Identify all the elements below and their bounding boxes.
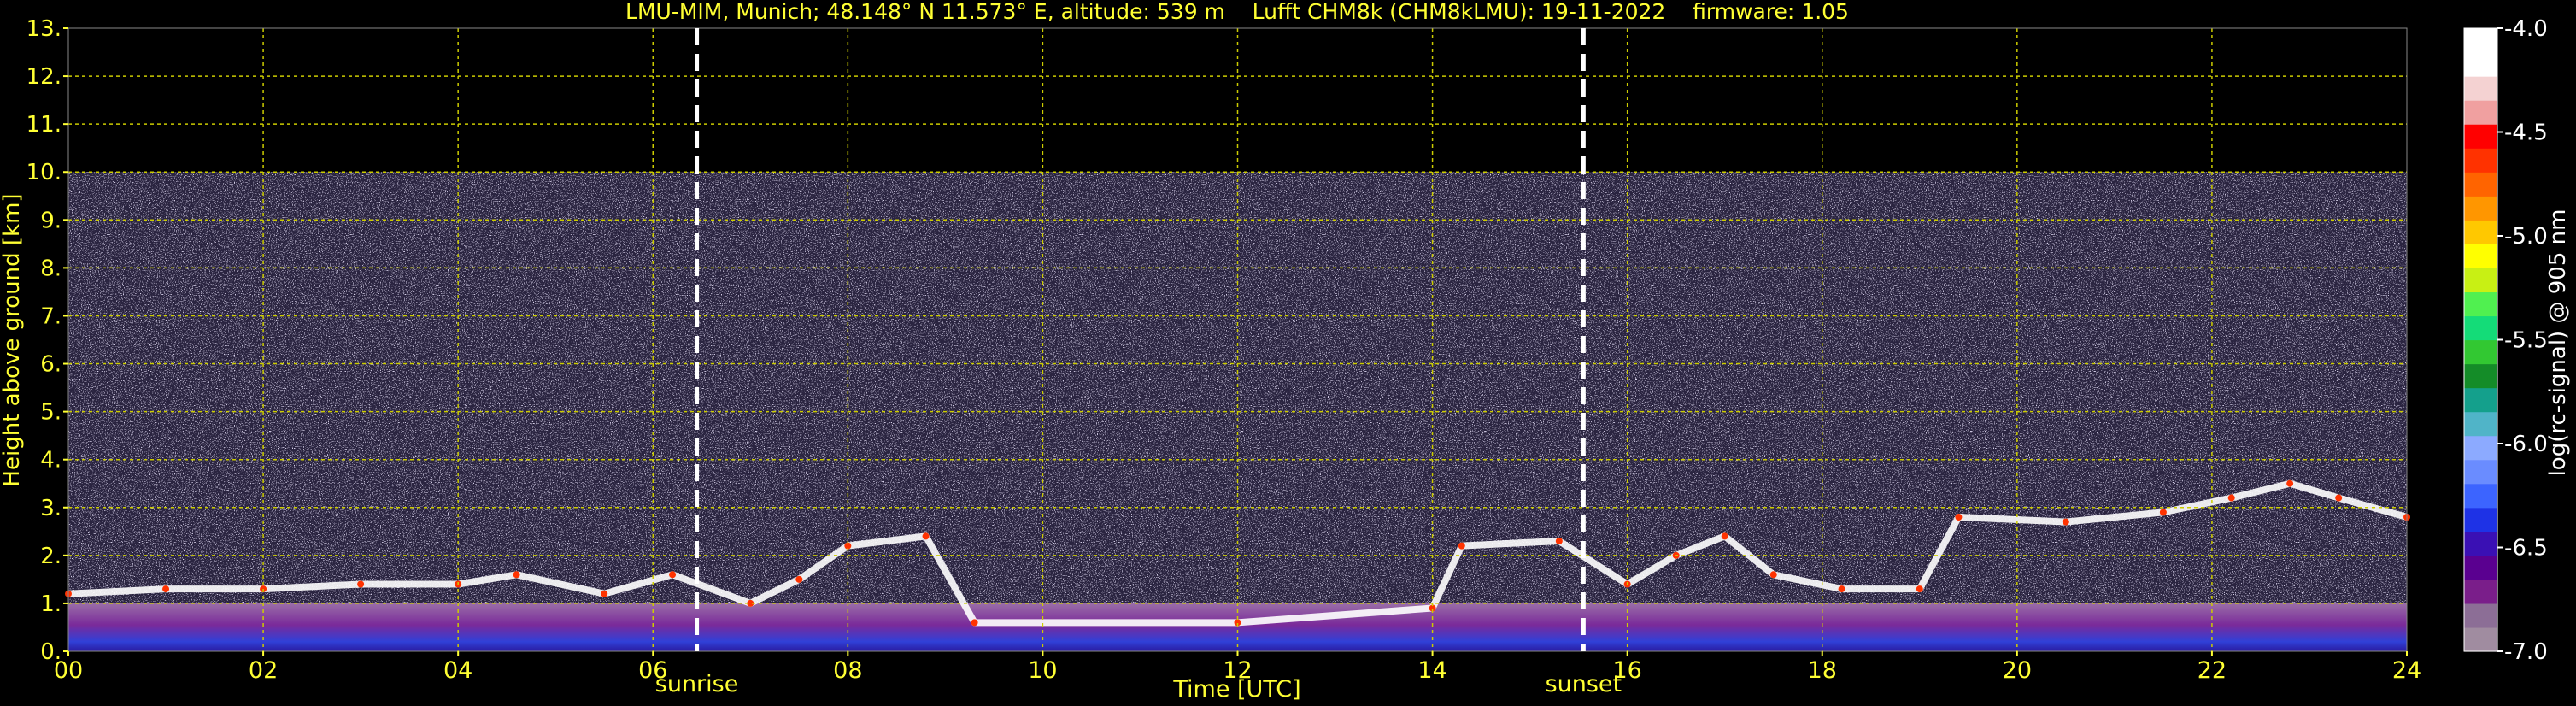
y-tick-label: 0. bbox=[40, 639, 62, 665]
x-tick-label: 20 bbox=[2003, 657, 2032, 684]
cloud-base-point bbox=[513, 571, 520, 579]
colorbar-segment bbox=[2464, 291, 2497, 317]
colorbar-segment bbox=[2464, 603, 2497, 628]
colorbar: -4.0 -4.5 -5.0 -5.5 -6.0 -6.5 -7.0 bbox=[2463, 16, 2548, 665]
y-tick-label: 6. bbox=[40, 352, 62, 378]
colorbar-segment bbox=[2464, 220, 2497, 244]
cloud-base-point bbox=[2286, 479, 2294, 487]
x-tick-label: 14 bbox=[1417, 657, 1446, 684]
colorbar-segment bbox=[2464, 28, 2497, 53]
colorbar-tick-label: -6.5 bbox=[2504, 536, 2548, 562]
x-tick-label: 24 bbox=[2392, 657, 2421, 684]
colorbar-tick-label: -5.5 bbox=[2504, 328, 2548, 354]
colorbar-tick-label: -7.0 bbox=[2504, 639, 2548, 665]
colorbar-segment bbox=[2464, 100, 2497, 125]
colorbar-segment bbox=[2464, 459, 2497, 485]
colorbar-segment bbox=[2464, 268, 2497, 293]
y-tick-label: 1. bbox=[40, 591, 62, 617]
colorbar-segment bbox=[2464, 52, 2497, 77]
cloud-base-point bbox=[1916, 585, 1923, 593]
y-tick-label: 5. bbox=[40, 400, 62, 426]
x-tick-label: 22 bbox=[2198, 657, 2227, 684]
colorbar-segment bbox=[2464, 627, 2497, 652]
y-tick-label: 7. bbox=[40, 303, 62, 329]
event-label: sunset bbox=[1546, 671, 1622, 697]
cloud-base-point bbox=[669, 571, 677, 579]
cloud-base-point bbox=[795, 575, 803, 583]
chart-title: LMU-MIM, Munich; 48.148° N 11.573° E, al… bbox=[625, 0, 1849, 24]
y-tick-label: 10. bbox=[26, 160, 62, 185]
y-tick-label: 13. bbox=[26, 16, 62, 42]
colorbar-segment bbox=[2464, 435, 2497, 461]
x-tick-label: 08 bbox=[833, 657, 862, 684]
colorbar-segment bbox=[2464, 531, 2497, 556]
y-tick-label: 9. bbox=[40, 208, 62, 233]
colorbar-segment bbox=[2464, 483, 2497, 509]
colorbar-tick-label: -5.0 bbox=[2504, 224, 2548, 250]
colorbar-segment bbox=[2464, 387, 2497, 413]
colorbar-segment bbox=[2464, 76, 2497, 101]
y-tick-label: 11. bbox=[26, 112, 62, 138]
cloud-base-point bbox=[971, 619, 978, 627]
cloud-base-point bbox=[1555, 538, 1563, 545]
y-tick-label: 2. bbox=[40, 544, 62, 569]
colorbar-tick-label: -4.5 bbox=[2504, 121, 2548, 146]
cloud-base-point bbox=[162, 585, 170, 593]
colorbar-segment bbox=[2464, 579, 2497, 604]
y-axis-label: Height above ground [km] bbox=[0, 193, 25, 486]
cloud-base-point bbox=[922, 532, 930, 540]
colorbar-segment bbox=[2464, 124, 2497, 149]
colorbar-tick-label: -4.0 bbox=[2504, 16, 2548, 42]
y-tick-label: 4. bbox=[40, 448, 62, 474]
x-tick-label: 10 bbox=[1028, 657, 1057, 684]
colorbar-label: log(rc-signal) @ 905 nm bbox=[2545, 209, 2571, 477]
ceilometer-chart: 00 02 04 06 08 10 12 14 16 18 20 22 24sunrise sunset … bbox=[0, 0, 2571, 703]
colorbar-segment bbox=[2464, 555, 2497, 580]
y-tick-label: 8. bbox=[40, 256, 62, 281]
x-tick-label: 02 bbox=[249, 657, 278, 684]
event-label: sunrise bbox=[655, 671, 739, 697]
colorbar-tick-label: -6.0 bbox=[2504, 432, 2548, 457]
y-tick-label: 3. bbox=[40, 496, 62, 521]
cloud-base-point bbox=[2227, 494, 2235, 502]
colorbar-segment bbox=[2464, 339, 2497, 365]
colorbar-segment bbox=[2464, 315, 2497, 341]
plot-area bbox=[65, 27, 2410, 652]
colorbar-segment bbox=[2464, 244, 2497, 268]
colorbar-segment bbox=[2464, 411, 2497, 437]
y-axis-ticks: 0. 1. 2. 3. 4. 5. 6. 7. 8. 9. 10. 11. 12. 13. bbox=[26, 16, 68, 665]
cloud-base-point bbox=[357, 580, 365, 588]
cloud-base-point bbox=[1769, 571, 1777, 579]
cloud-base-point bbox=[601, 590, 608, 597]
cloud-base-point bbox=[1955, 513, 1963, 521]
cloud-base-point bbox=[2062, 518, 2069, 526]
cloud-base-point bbox=[1721, 532, 1728, 540]
colorbar-segment bbox=[2464, 172, 2497, 197]
cloud-base-point bbox=[2335, 494, 2343, 502]
colorbar-segment bbox=[2464, 363, 2497, 389]
x-axis-label: Time [UTC] bbox=[1172, 676, 1300, 703]
colorbar-segment bbox=[2464, 196, 2497, 221]
cloud-base-point bbox=[1458, 542, 1465, 550]
cloud-base-point bbox=[1838, 585, 1845, 593]
colorbar-segment bbox=[2464, 148, 2497, 173]
cloud-base-point bbox=[2159, 509, 2167, 516]
colorbar-segment bbox=[2464, 507, 2497, 532]
x-tick-label: 18 bbox=[1808, 657, 1837, 684]
y-tick-label: 12. bbox=[26, 64, 62, 90]
x-tick-label: 04 bbox=[443, 657, 472, 684]
